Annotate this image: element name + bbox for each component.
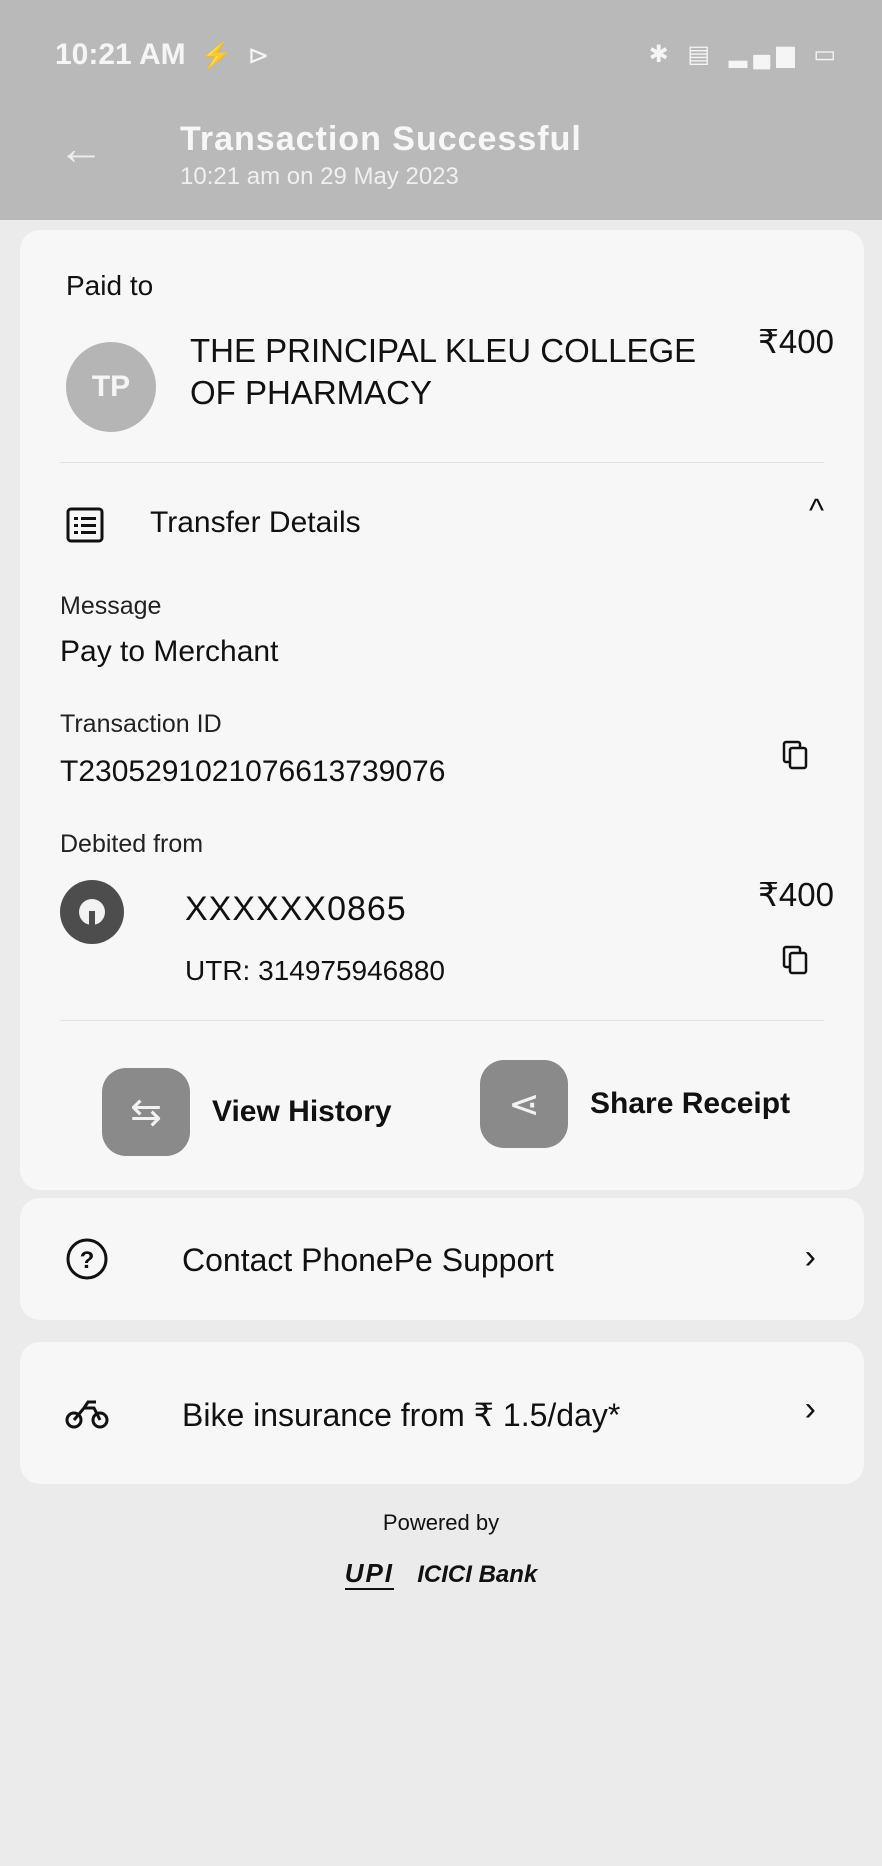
- history-arrows-icon: ⇆: [102, 1068, 190, 1156]
- icici-bank-logo: ICICI Bank: [417, 1561, 538, 1588]
- share-receipt-button[interactable]: ⋖ Share Receipt: [480, 1060, 790, 1148]
- share-receipt-label: Share Receipt: [590, 1087, 791, 1120]
- chevron-right-icon: ›: [804, 1390, 816, 1428]
- chevron-up-icon[interactable]: ^: [809, 492, 824, 529]
- header-bar: 10:21 AM ⚡ ⊳ ✱ ▤ ▂▄▆ ▭ ← Transaction Suc…: [0, 0, 882, 220]
- account-number: XXXXXX0865: [185, 890, 407, 928]
- bank-logo-icon: [60, 880, 124, 944]
- payee-amount: ₹400: [757, 323, 834, 360]
- copy-transaction-id-icon[interactable]: [782, 740, 808, 770]
- receipt-list-icon: [66, 507, 104, 543]
- divider: [60, 462, 824, 463]
- divider: [60, 1020, 824, 1021]
- view-history-button[interactable]: ⇆ View History: [102, 1068, 392, 1156]
- status-notification-icons: ⚡ ⊳: [200, 40, 274, 70]
- payee-name: THE PRINCIPAL KLEU COLLEGE OF PHARMACY: [190, 332, 697, 411]
- view-history-label: View History: [212, 1095, 392, 1128]
- powered-by-label: Powered by: [382, 1510, 500, 1535]
- paid-to-label: Paid to: [66, 270, 154, 301]
- payee-avatar: TP: [66, 342, 156, 432]
- message-value: Pay to Merchant: [60, 635, 279, 668]
- status-time: 10:21 AM: [55, 38, 186, 71]
- bike-insurance-label: Bike insurance from ₹ 1.5/day*: [182, 1397, 621, 1433]
- svg-text:?: ?: [80, 1247, 95, 1274]
- transaction-card: Paid to TP THE PRINCIPAL KLEU COLLEGE OF…: [20, 230, 864, 1190]
- debited-from-label: Debited from: [60, 830, 204, 858]
- transfer-details-label[interactable]: Transfer Details: [150, 506, 361, 540]
- bike-insurance-row[interactable]: Bike insurance from ₹ 1.5/day* ›: [20, 1342, 864, 1484]
- transaction-id-value: T2305291021076613739076: [60, 755, 446, 788]
- partner-logos: UPI ICICI Bank: [0, 1558, 882, 1590]
- message-label: Message: [60, 592, 162, 620]
- transaction-id-label: Transaction ID: [60, 710, 222, 738]
- upi-logo: UPI: [344, 1558, 395, 1590]
- copy-utr-icon[interactable]: [782, 945, 808, 975]
- contact-support-label: Contact PhonePe Support: [182, 1242, 554, 1278]
- help-question-icon: ?: [66, 1238, 108, 1280]
- back-arrow-icon[interactable]: ←: [58, 125, 104, 171]
- share-icon: ⋖: [480, 1060, 568, 1148]
- utr-number: UTR: 314975946880: [185, 955, 445, 986]
- page-title: Transaction Successful: [180, 120, 582, 158]
- debited-amount: ₹400: [757, 876, 834, 913]
- chevron-right-icon: ›: [804, 1238, 816, 1276]
- status-bar: 10:21 AM ⚡ ⊳ ✱ ▤ ▂▄▆ ▭: [55, 38, 842, 78]
- status-system-icons: ✱ ▤ ▂▄▆ ▭: [648, 41, 842, 68]
- contact-support-row[interactable]: ? Contact PhonePe Support ›: [20, 1198, 864, 1320]
- motorbike-icon: [65, 1400, 109, 1429]
- transaction-timestamp: 10:21 am on 29 May 2023: [180, 163, 459, 190]
